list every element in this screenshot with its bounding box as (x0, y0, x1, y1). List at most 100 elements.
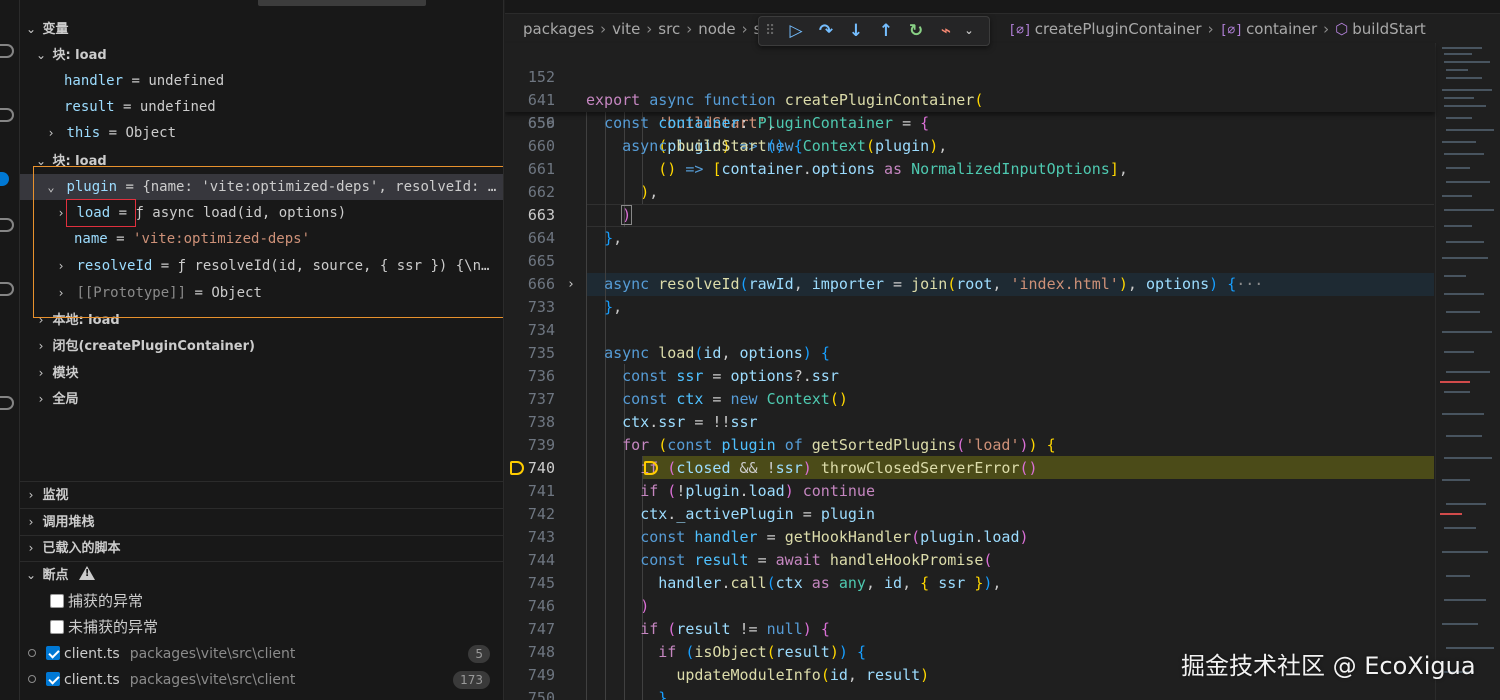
code-line: 737 const ctx = new Context() (527, 390, 848, 408)
breakpoint-dot-icon (28, 649, 36, 657)
code-line: 743 const handler = getHookHandler(plugi… (527, 528, 1029, 546)
chevron-right-icon: › (28, 488, 34, 502)
extensions-icon[interactable] (0, 282, 14, 296)
drag-handle-icon[interactable]: ⠿ (765, 23, 777, 39)
chevron-right-icon: › (38, 313, 44, 327)
debug-sidebar: ⌄ 变量 ⌄ 块: load handler = undefined resul… (20, 0, 504, 700)
code-line: 736 const ssr = options?.ssr (527, 367, 839, 385)
chevron-right-icon: › (57, 206, 65, 220)
debug-toolbar: ⠿ ▷ ↷ ↓ ↑ ↻ ⌁ ⌄ (758, 16, 990, 46)
remote-icon[interactable] (0, 396, 14, 410)
breadcrumb-item[interactable]: buildStart (1352, 20, 1426, 38)
code-line: 741 if (!plugin.load) continue (527, 482, 875, 500)
breakpoint-uncaught-exceptions[interactable]: 未捕获的异常 (50, 614, 158, 640)
variable-load[interactable]: › load = ƒ async load(id, options) (54, 200, 346, 226)
scope-global[interactable]: › 全局 (34, 386, 79, 412)
checkbox-checked-icon[interactable] (46, 646, 60, 660)
variable-icon: [∅] (1008, 23, 1032, 38)
variables-section-header[interactable]: ⌄ 变量 (24, 16, 69, 42)
chevron-right-icon: › (38, 366, 44, 380)
chevron-right-icon: › (38, 392, 44, 406)
checkbox-checked-icon[interactable] (46, 672, 60, 686)
breadcrumb-item[interactable]: node (698, 20, 735, 38)
chevron-right-icon: › (28, 515, 34, 529)
chevron-right-icon: › (47, 126, 55, 140)
scope-closure[interactable]: › 闭包(createPluginContainer) (34, 333, 255, 359)
breakpoint-caught-exceptions[interactable]: 捕获的异常 (50, 588, 143, 614)
run-debug-icon[interactable] (0, 172, 9, 186)
code-line: 152 export async function createPluginCo… (527, 68, 984, 109)
call-stack-section-header[interactable]: › 调用堆栈 (24, 509, 95, 535)
chevron-right-icon: › (57, 259, 65, 273)
breadcrumb-item[interactable]: packages (523, 20, 594, 38)
code-line: 664 }, (527, 229, 623, 247)
section-divider (20, 481, 503, 482)
checkbox-icon[interactable] (50, 594, 64, 608)
variable-prototype[interactable]: › [[Prototype]] = Object (54, 280, 262, 306)
variable-this[interactable]: › this = Object (44, 120, 176, 146)
code-line: 750 } (527, 689, 668, 700)
watermark: 掘金技术社区 @ EcoXigua (1181, 652, 1476, 680)
activity-bar (0, 0, 20, 700)
breakpoint-line-badge: 173 (453, 671, 490, 689)
variable-resolveid[interactable]: › resolveId = ƒ resolveId(id, source, { … (54, 253, 489, 279)
breakpoints-section-header[interactable]: ⌄ 断点 (24, 562, 95, 588)
warning-icon (78, 566, 95, 580)
variable-icon: [∅] (1219, 23, 1244, 38)
code-line: 641 const container: PluginContainer = { (527, 91, 930, 132)
fold-chevron-icon[interactable]: › (567, 273, 575, 296)
variable-handler[interactable]: handler = undefined (64, 68, 224, 94)
code-line: 734 (527, 321, 555, 339)
scope-local-load[interactable]: › 本地: load (34, 307, 120, 333)
code-line: 742 ctx._activePlugin = plugin (527, 505, 875, 523)
variable-plugin[interactable]: ⌄ plugin = {name: 'vite:optimized-deps',… (44, 174, 496, 200)
chevron-down-icon[interactable]: ⌄ (961, 18, 977, 44)
code-line: 739 for (const plugin of getSortedPlugin… (527, 436, 1056, 454)
variable-result[interactable]: result = undefined (64, 94, 216, 120)
checkbox-icon[interactable] (50, 620, 64, 634)
code-line: 663 ) (527, 205, 633, 225)
breadcrumb-item[interactable]: container (1246, 20, 1317, 38)
source-control-icon[interactable] (0, 218, 14, 232)
restart-icon[interactable]: ↻ (901, 18, 931, 44)
breadcrumb-item[interactable]: vite (612, 20, 640, 38)
code-line: 666 › async resolveId(rawId, importer = j… (505, 273, 1435, 296)
scope-block-load-2[interactable]: ⌄ 块: load (34, 148, 107, 174)
code-line: 656 async buildStart() { (527, 114, 803, 155)
code-line: 744 const result = await handleHookPromi… (527, 551, 993, 569)
chevron-right-icon: › (28, 541, 34, 555)
step-over-icon[interactable]: ↷ (811, 18, 841, 44)
explorer-icon[interactable] (0, 44, 14, 58)
debug-config-dropdown[interactable] (258, 0, 426, 6)
code-editor: packages›vite›src›node›se [∅]createPlugi… (505, 0, 1500, 700)
breadcrumb: packages›vite›src›node›se [∅]createPlugi… (505, 15, 1500, 43)
step-into-icon[interactable]: ↓ (841, 18, 871, 44)
editor-tab-strip (505, 0, 1500, 14)
breadcrumb-item[interactable]: createPluginContainer (1035, 20, 1202, 38)
variable-name[interactable]: name = 'vite:optimized-deps' (74, 226, 310, 252)
code-line: 661 () => [container.options as Normaliz… (527, 160, 1128, 178)
code-line: 745 handler.call(ctx as any, id, { ssr }… (527, 574, 1002, 592)
code-line: 665 (527, 252, 555, 270)
scope-block-load[interactable]: ⌄ 块: load (34, 42, 107, 68)
disconnect-icon[interactable]: ⌁ (931, 18, 961, 44)
breakpoint-file-row[interactable]: client.ts packages\vite\src\client 173 (28, 667, 503, 693)
code-line: 662 ), (527, 183, 659, 201)
inline-execution-pointer-icon (644, 461, 658, 475)
loaded-scripts-section-header[interactable]: › 已载入的脚本 (24, 535, 121, 561)
step-out-icon[interactable]: ↑ (871, 18, 901, 44)
sticky-scroll-header: 152 export async function createPluginCo… (505, 43, 1435, 155)
breakpoint-line-badge: 5 (468, 645, 490, 663)
chevron-down-icon: ⌄ (47, 180, 55, 194)
execution-pointer-icon (510, 461, 524, 475)
sidebar-header-cutoff (20, 0, 503, 8)
minimap[interactable] (1435, 43, 1500, 700)
chevron-right-icon: › (38, 339, 44, 353)
chevron-down-icon: ⌄ (25, 22, 37, 36)
continue-icon[interactable]: ▷ (781, 18, 811, 44)
breakpoint-file-row[interactable]: client.ts packages\vite\src\client 5 (28, 641, 503, 667)
breadcrumb-item[interactable]: src (658, 20, 680, 38)
scope-module[interactable]: › 模块 (34, 360, 79, 386)
watch-section-header[interactable]: › 监视 (24, 482, 69, 508)
search-icon[interactable] (0, 108, 14, 122)
